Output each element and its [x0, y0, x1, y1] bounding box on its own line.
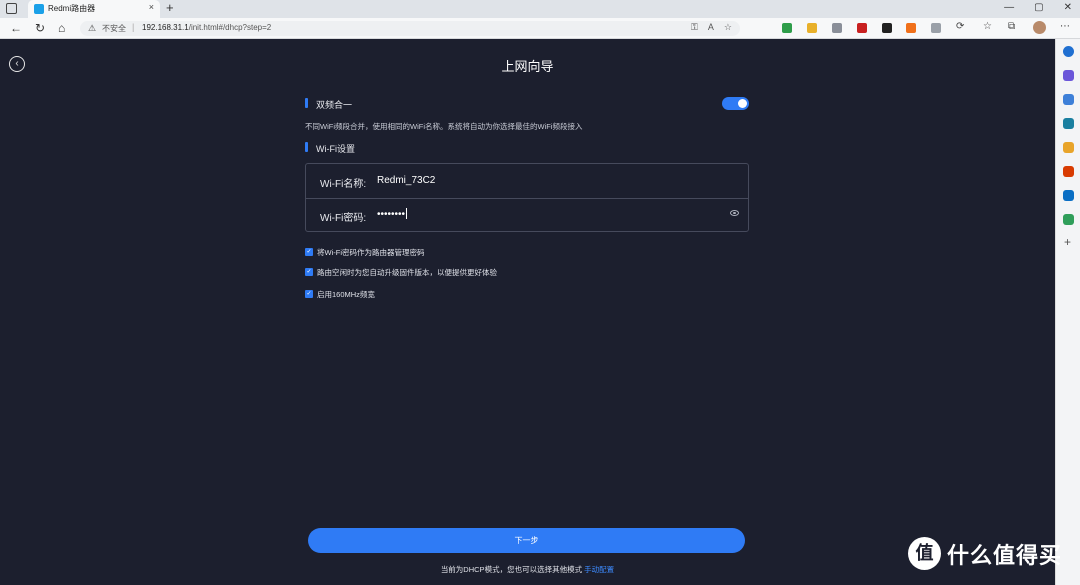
warning-icon: ⚠	[88, 23, 97, 33]
checkbox-auto-upgrade[interactable]: ✓	[305, 268, 313, 276]
brave-extension-icon[interactable]	[906, 23, 916, 33]
next-step-button[interactable]: 下一步	[308, 528, 745, 553]
favorites-icon[interactable]: ☆	[983, 21, 992, 32]
section-marker	[305, 142, 308, 152]
footer-text: 当前为DHCP模式，您也可以选择其他模式	[440, 565, 583, 574]
checkbox-label: 路由空闲时为您自动升级固件版本，以便提供更好体验	[317, 268, 497, 277]
tree-icon[interactable]	[1063, 214, 1074, 225]
tools-icon[interactable]	[1063, 118, 1074, 129]
office-icon[interactable]	[1063, 166, 1074, 177]
wifi-password-input[interactable]: ••••••••	[377, 208, 408, 220]
key-icon[interactable]: ⚿	[691, 22, 698, 33]
favicon-icon	[34, 4, 44, 14]
search-icon[interactable]	[1063, 46, 1074, 57]
maximize-button[interactable]: ▢	[1034, 2, 1043, 13]
checkbox-label: 将Wi-Fi密码作为路由器管理密码	[317, 248, 425, 257]
manual-config-link[interactable]: 手动配置	[584, 565, 614, 574]
sparkle-icon[interactable]	[1063, 70, 1074, 81]
footer-note: 当前为DHCP模式，您也可以选择其他模式 手动配置	[0, 564, 1055, 575]
checkbox-admin-password[interactable]: ✓	[305, 248, 313, 256]
dual-band-hint: 不同WiFi频段合并，使用相同的WiFi名称。系统将自动为你选择最佳的WiFi频…	[305, 122, 583, 131]
url-tools: ⚿ A ☆	[691, 22, 732, 33]
outlook-icon[interactable]	[1063, 190, 1074, 201]
watermark-logo: 值	[908, 537, 941, 570]
collections-icon[interactable]: ⧉	[1008, 21, 1015, 32]
wifi-settings-title: Wi-Fi设置	[316, 144, 355, 154]
router-setup-page: ‹ 上网向导 双频合一 不同WiFi频段合并，使用相同的WiFi名称。系统将自动…	[0, 39, 1055, 585]
extension-icon[interactable]	[857, 23, 867, 33]
close-window-button[interactable]: ✕	[1064, 2, 1072, 13]
new-tab-button[interactable]: +	[166, 0, 174, 15]
wifi-form: Wi-Fi名称: Redmi_73C2 Wi-Fi密码: ••••••••	[305, 163, 749, 232]
browser-sidebar: +	[1055, 39, 1080, 585]
wifi-name-label: Wi-Fi名称:	[320, 179, 367, 190]
url-separator: |	[132, 22, 135, 32]
extension-icon[interactable]	[931, 23, 941, 33]
back-arrow-icon[interactable]: ←	[10, 21, 22, 35]
password-mask: ••••••••	[377, 209, 406, 220]
read-aloud-icon[interactable]: A	[708, 22, 714, 33]
window-controls: — ▢ ✕	[1004, 2, 1072, 13]
toggle-knob	[738, 99, 747, 108]
favorite-star-icon[interactable]: ☆	[724, 22, 732, 33]
show-password-eye-icon[interactable]	[730, 210, 739, 216]
divider	[306, 198, 748, 199]
tab-actions-icon[interactable]	[6, 3, 17, 14]
shield-extension-icon[interactable]	[832, 23, 842, 33]
refresh-icon[interactable]: ↻	[35, 21, 45, 35]
watermark-text: 什么值得买	[947, 542, 1063, 568]
wifi-password-label: Wi-Fi密码:	[320, 213, 367, 224]
more-menu-icon[interactable]: ⋯	[1060, 21, 1070, 32]
tab-title: Redmi路由器	[48, 4, 96, 13]
watermark: 值 什么值得买	[908, 537, 1062, 570]
extension-icon[interactable]	[782, 23, 792, 33]
section-marker	[305, 98, 308, 108]
avatar[interactable]	[1033, 21, 1046, 34]
checkbox-label: 启用160MHz频宽	[317, 290, 375, 299]
text-caret	[406, 208, 408, 219]
url-text[interactable]: 192.168.31.1/init.html#/dhcp?step=2	[142, 23, 271, 32]
dual-band-title: 双频合一	[316, 100, 353, 110]
extension-icon[interactable]	[882, 23, 892, 33]
page-title: 上网向导	[501, 59, 554, 74]
games-icon[interactable]	[1063, 142, 1074, 153]
address-toolbar: ← ↻ ⌂ ⚠ 不安全 | 192.168.31.1/init.html#/dh…	[0, 18, 1080, 39]
home-icon[interactable]: ⌂	[58, 21, 65, 35]
insecure-label: 不安全	[102, 24, 126, 33]
url-path: /init.html#/dhcp?step=2	[188, 23, 272, 32]
extension-icon[interactable]	[807, 23, 817, 33]
browser-tab[interactable]: Redmi路由器 ×	[28, 0, 160, 18]
shopping-icon[interactable]	[1063, 94, 1074, 105]
tab-close-icon[interactable]: ×	[149, 2, 154, 12]
add-icon[interactable]: +	[1064, 235, 1071, 249]
extensions-icon[interactable]: ⟳	[956, 21, 964, 32]
dual-band-toggle[interactable]	[722, 97, 749, 110]
wifi-name-input[interactable]: Redmi_73C2	[377, 175, 435, 186]
checkbox-160mhz[interactable]: ✓	[305, 290, 313, 298]
tab-strip: Redmi路由器 × + — ▢ ✕	[0, 0, 1080, 18]
url-host: 192.168.31.1	[142, 23, 189, 32]
minimize-button[interactable]: —	[1004, 2, 1014, 13]
url-bar[interactable]: ⚠ 不安全 | 192.168.31.1/init.html#/dhcp?ste…	[80, 21, 740, 36]
